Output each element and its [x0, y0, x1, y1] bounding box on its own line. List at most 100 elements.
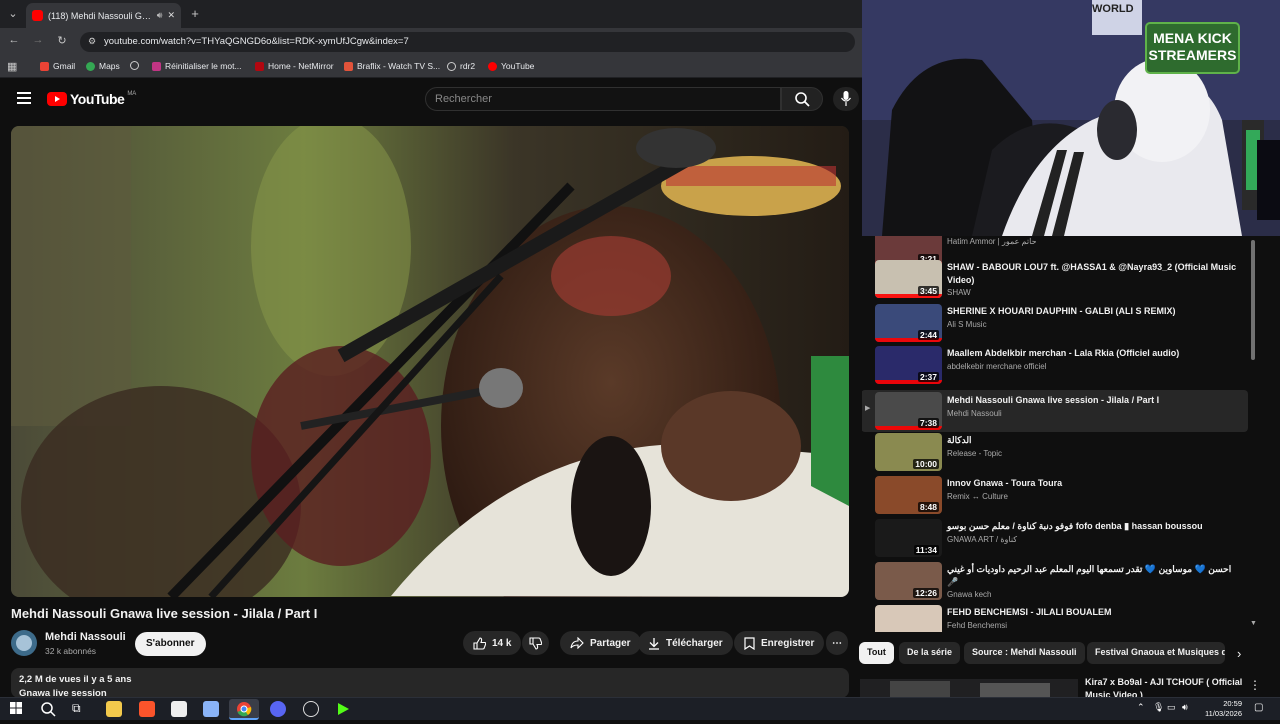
apps-icon[interactable]: ▦ [7, 60, 17, 73]
channel-name[interactable]: Mehdi Nassouli [45, 631, 126, 643]
webcam-overlay: WORLD MENA KICK STREAMERS [862, 0, 1280, 236]
more-actions-button[interactable]: ⋯ [826, 631, 848, 655]
globe-icon [447, 61, 456, 71]
chip-series[interactable]: De la série [899, 642, 961, 664]
recommendation-thumbnail[interactable] [860, 679, 1078, 697]
playlist-item[interactable]: FEHD BENCHEMSI - JILALI BOUALEM Fehd Benc… [862, 605, 1248, 632]
netmirror-icon [255, 61, 264, 71]
calendar-app-icon[interactable] [171, 701, 187, 717]
playlist-item[interactable]: 11:34 فوفو دنبة كناوة / معلم حسن بوسو fof… [862, 519, 1248, 561]
duration-label: 7:38 [917, 418, 939, 428]
clock[interactable]: 20:59 11/03/2026 [1200, 699, 1242, 719]
playlist-item-title: Innov Gnawa - Toura Toura [947, 478, 1063, 488]
thumbs-down-icon [529, 636, 542, 650]
search-taskbar-icon[interactable] [40, 701, 56, 717]
back-icon[interactable]: ← [7, 34, 21, 46]
youtube-logo[interactable]: YouTube MA [47, 91, 136, 107]
notifications-icon[interactable]: ▢ [1254, 702, 1263, 713]
mena-kick-streamers-badge: MENA KICK STREAMERS [1145, 22, 1240, 74]
share-button[interactable]: Partager [560, 631, 641, 655]
dislike-button[interactable] [522, 631, 549, 655]
playlist-item[interactable]: 2:37 Maallem Abdelkbir merchan - Lala Rki… [862, 346, 1248, 388]
playlist-thumbnail: 3:45 [875, 260, 942, 298]
volume-icon[interactable]: 🔊︎ [1182, 702, 1188, 713]
task-view-icon[interactable]: ⧉ [72, 701, 88, 717]
playlist-thumbnail [875, 605, 942, 632]
save-button[interactable]: Enregistrer [734, 631, 825, 655]
playlist-item[interactable]: 2:44 SHERINE X HOUARI DAUPHIN - GALBI (AL… [862, 304, 1248, 346]
channel-avatar[interactable] [11, 630, 37, 656]
chip-all[interactable]: Tout [859, 642, 894, 664]
reload-icon[interactable]: ↻ [55, 34, 69, 47]
tray-chevron-icon[interactable]: ⌃ [1137, 702, 1145, 713]
playlist-item[interactable]: 10:00 الدكالة Release - Topic [862, 433, 1248, 475]
playlist-item-title: الدكالة [947, 435, 972, 445]
bookmark-youtube[interactable]: YouTube [488, 61, 534, 71]
playlist-item-current[interactable]: ▶ 7:38 Mehdi Nassouli Gnawa live session -… [862, 390, 1248, 432]
bookmarks-bar: ▦ Gmail Maps Réinitialiser le mot... Hom… [0, 56, 862, 78]
recommendation-title[interactable]: Kira7 x Bo9al - AJI TCHOUF ( Official [1085, 677, 1242, 687]
playlist-thumbnail: 11:34 [875, 519, 942, 557]
chevron-right-icon[interactable]: › [1237, 646, 1241, 661]
duration-label: 11:34 [913, 545, 939, 555]
new-tab-icon[interactable]: + [188, 6, 202, 21]
playlist-item[interactable]: 12:26 احسن 💙 موساوين 💙 تقدر تسمعها اليوم … [862, 562, 1248, 604]
app-icon[interactable] [203, 701, 219, 717]
duration-label: 10:00 [913, 459, 939, 469]
chip-source[interactable]: Source : Mehdi Nassouli [964, 642, 1085, 664]
description-box[interactable]: 2,2 M de vues il y a 5 ans Gnawa live se… [11, 668, 849, 698]
youtube-favicon-icon [32, 10, 43, 21]
playlist-item-channel: Mehdi Nassouli [947, 409, 1002, 418]
braflix-icon [344, 61, 353, 71]
playlist-item[interactable]: 3:45 SHAW - BABOUR LOU7 ft. @HASSA1 & @Na… [862, 260, 1248, 302]
file-explorer-icon[interactable] [106, 701, 122, 717]
microphone-tray-icon[interactable]: 🎙︎ [1153, 702, 1164, 713]
bookmark-gmail[interactable]: Gmail [40, 61, 75, 71]
site-info-icon[interactable]: ⚙ [88, 36, 96, 47]
playlist-thumbnail: 8:48 [875, 476, 942, 514]
chrome-active-icon[interactable] [229, 699, 259, 720]
playlist-item-channel: Gnawa kech [947, 590, 992, 599]
download-icon [649, 637, 659, 650]
windows-start-icon[interactable] [9, 701, 25, 717]
tab-search-icon[interactable]: ⌄ [6, 7, 20, 20]
bookmark-netmirror[interactable]: Home - NetMirror [255, 61, 334, 71]
app-circle-icon[interactable] [303, 701, 319, 717]
menu-icon[interactable] [17, 92, 31, 104]
bookmark-globe[interactable] [130, 61, 139, 70]
playlist-item-title: احسن 💙 موساوين 💙 تقدر تسمعها اليوم المعل… [947, 564, 1232, 587]
brave-icon[interactable] [139, 701, 155, 717]
search-button[interactable] [781, 87, 823, 111]
playlist-item-title: Maallem Abdelkbir merchan - Lala Rkia (O… [947, 348, 1180, 358]
playlist-item-channel: Release - Topic [947, 449, 1002, 458]
bookmark-braflix[interactable]: Braflix - Watch TV S... [344, 61, 440, 71]
playlist-item[interactable]: 8:48 Innov Gnawa - Toura Toura Remix ↔ Cul… [862, 476, 1248, 518]
bookmark-icon [744, 636, 755, 650]
video-player[interactable] [11, 126, 849, 597]
bookmark-maps[interactable]: Maps [86, 61, 120, 71]
browser-tab-bar: ⌄ (118) Mehdi Nassouli Gnaw 🔊︎ ✕ + [0, 0, 862, 28]
close-tab-icon[interactable]: ✕ [167, 10, 175, 21]
forward-icon[interactable]: → [31, 34, 45, 46]
playlist-item-title: FEHD BENCHEMSI - JILALI BOUALEM [947, 607, 1112, 617]
discord-icon[interactable] [270, 701, 286, 717]
search-input[interactable]: Rechercher [425, 87, 781, 111]
address-bar[interactable]: ⚙ youtube.com/watch?v=THYaQGNGD6o&list=R… [80, 32, 855, 52]
duration-label: 12:26 [913, 588, 939, 598]
voice-search-button[interactable] [833, 87, 859, 111]
bookmark-reset-password[interactable]: Réinitialiser le mot... [152, 61, 242, 71]
download-button[interactable]: Télécharger [638, 631, 733, 655]
thumbs-up-icon [473, 636, 486, 650]
playlist-item-channel: Hatim Ammor | حاتم عمور [947, 237, 1037, 246]
bookmark-rdr2[interactable]: rdr2 [447, 61, 475, 71]
network-icon[interactable]: ▭ [1167, 702, 1176, 713]
playlist-item-title: SHAW - BABOUR LOU7 ft. @HASSA1 & @Nayra9… [947, 262, 1237, 285]
chip-festival[interactable]: Festival Gnaoua et Musiques d [1087, 642, 1225, 664]
youtube-play-logo-icon [47, 92, 67, 106]
more-vertical-icon[interactable]: ⋮ [1249, 678, 1261, 692]
kick-icon[interactable] [335, 701, 351, 717]
subscribe-button[interactable]: S'abonner [135, 632, 206, 656]
browser-tab[interactable]: (118) Mehdi Nassouli Gnaw 🔊︎ ✕ [26, 3, 181, 28]
like-button[interactable]: 14 k [463, 631, 522, 655]
playlist-item-title: SHERINE X HOUARI DAUPHIN - GALBI (ALI S … [947, 306, 1176, 316]
